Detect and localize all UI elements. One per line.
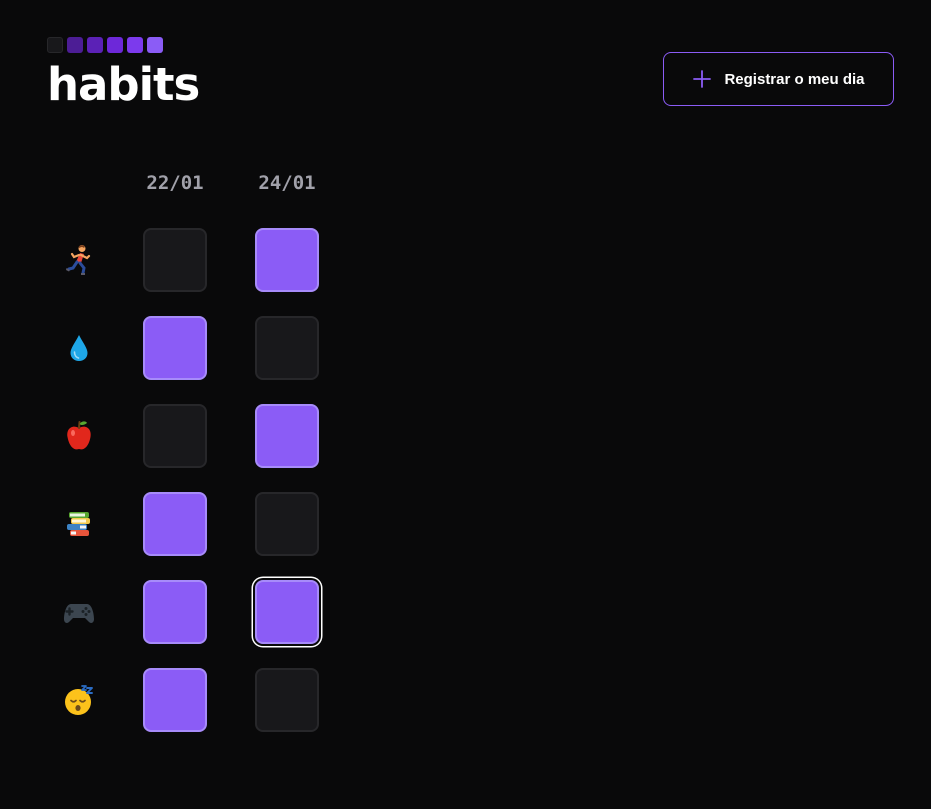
logo-square — [67, 37, 83, 53]
habit-day-checkbox[interactable] — [143, 316, 207, 380]
habit-day-checkbox[interactable] — [255, 316, 319, 380]
habit-day-checkbox[interactable] — [143, 580, 207, 644]
register-day-button[interactable]: Registrar o meu dia — [663, 52, 894, 106]
habits-page: habits Registrar o meu dia 22/01 24/01 — [0, 0, 931, 809]
water-droplet-icon — [57, 326, 101, 370]
habit-day-checkbox[interactable] — [255, 228, 319, 292]
register-day-button-label: Registrar o meu dia — [724, 70, 865, 88]
habit-day-checkbox[interactable] — [255, 668, 319, 732]
habit-day-checkbox[interactable] — [143, 668, 207, 732]
logo-square — [47, 37, 63, 53]
running-person-icon — [57, 238, 101, 282]
apple-icon — [57, 414, 101, 458]
habit-day-checkbox[interactable] — [255, 580, 319, 644]
logo-square — [107, 37, 123, 53]
habit-day-checkbox[interactable] — [255, 404, 319, 468]
logo-title: habits — [47, 58, 200, 111]
game-controller-icon — [57, 590, 101, 634]
habit-day-checkbox[interactable] — [143, 492, 207, 556]
plus-icon — [693, 70, 712, 88]
habit-day-checkbox[interactable] — [143, 404, 207, 468]
books-icon — [57, 502, 101, 546]
logo-square — [127, 37, 143, 53]
sleeping-face-icon — [57, 678, 101, 722]
habit-day-checkbox[interactable] — [255, 492, 319, 556]
logo: habits — [47, 37, 200, 111]
logo-squares — [47, 37, 199, 53]
date-column-header: 22/01 — [146, 172, 204, 194]
date-column-header: 24/01 — [258, 172, 316, 194]
habit-day-checkbox[interactable] — [143, 228, 207, 292]
logo-square — [87, 37, 103, 53]
logo-square — [147, 37, 163, 53]
